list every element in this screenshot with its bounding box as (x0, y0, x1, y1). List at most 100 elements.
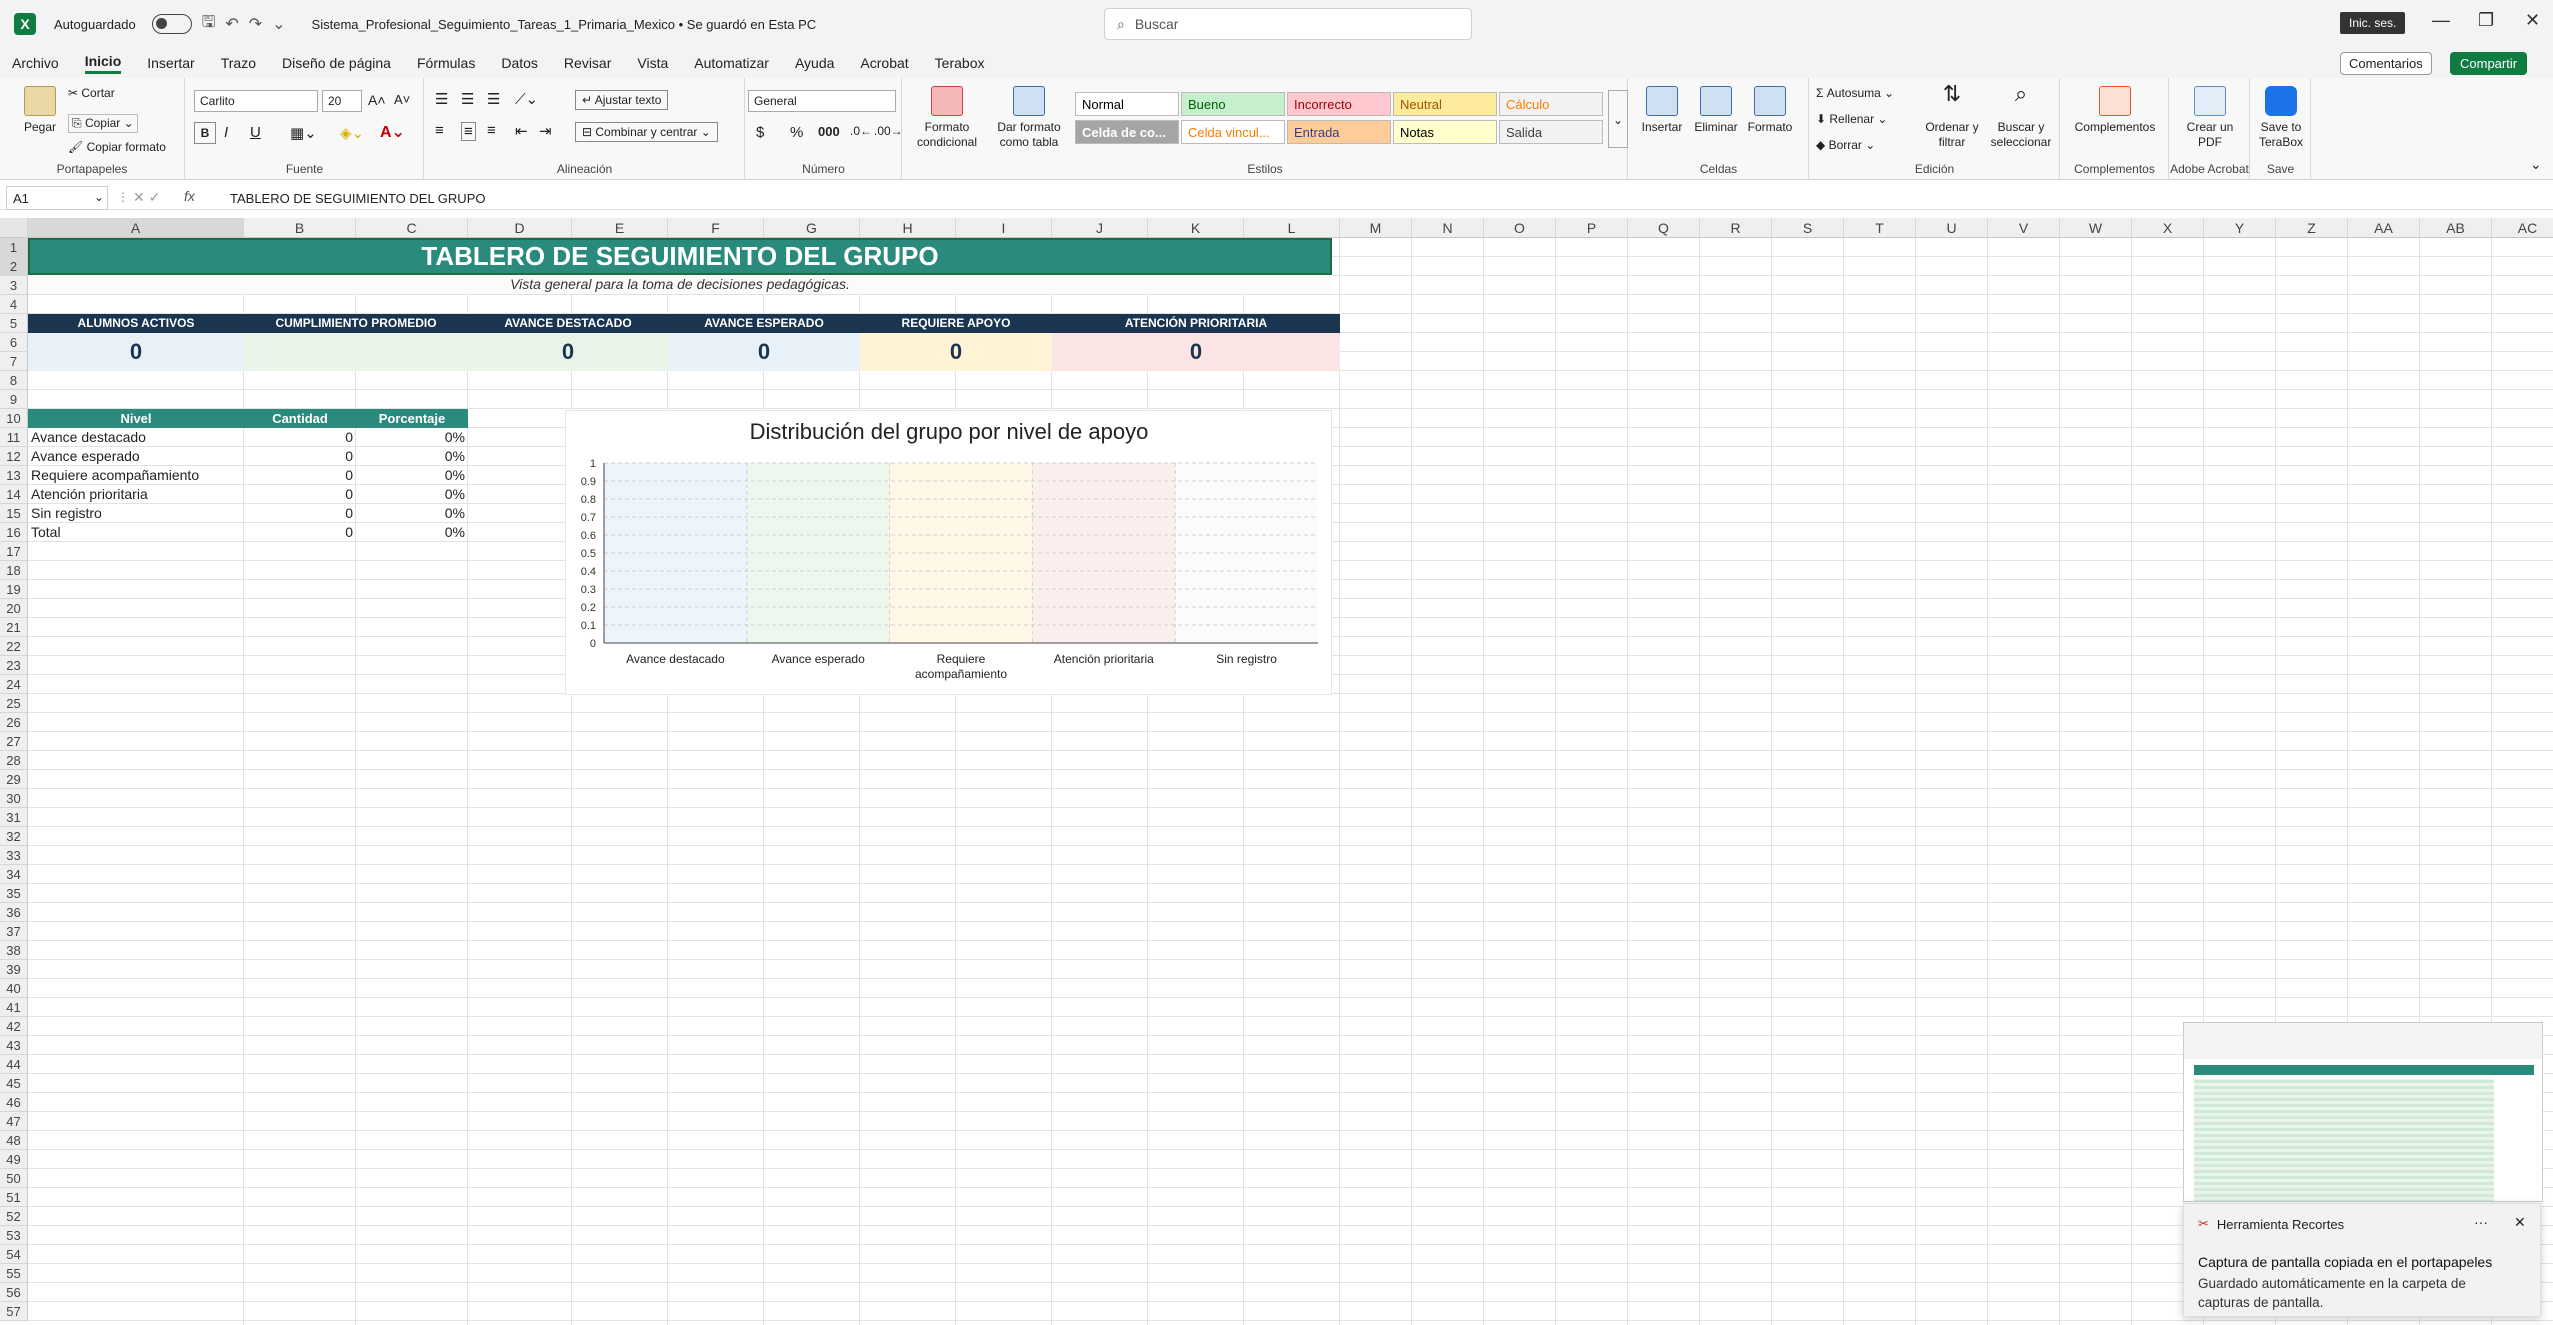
insert-cells-button[interactable]: Insertar (1639, 86, 1685, 135)
row-header-49[interactable]: 49 (0, 1150, 28, 1169)
close-icon[interactable]: ✕ (2525, 10, 2540, 31)
sort-filter-button[interactable]: ⇅ Ordenar y filtrar (1922, 83, 1982, 150)
row-header-11[interactable]: 11 (0, 428, 28, 447)
table-cell[interactable]: 0% (359, 428, 465, 447)
row-header-2[interactable]: 2 (0, 257, 28, 276)
name-box[interactable]: A1 (6, 186, 108, 210)
table-cell[interactable]: Total (31, 523, 241, 542)
bottom-align-icon[interactable]: ☰ (487, 90, 500, 108)
spreadsheet-grid[interactable]: A B C D E F G H I J K L M N O P Q R S T U V W X Y Z AA AB AC 1234567… (0, 218, 2553, 1325)
currency-button[interactable]: $ (756, 124, 764, 141)
column-header-L[interactable]: L (1244, 218, 1340, 238)
row-header-55[interactable]: 55 (0, 1264, 28, 1283)
row-header-7[interactable]: 7 (0, 352, 28, 371)
row-header-6[interactable]: 6 (0, 333, 28, 352)
cell-style-10[interactable]: Salida (1499, 120, 1603, 144)
cell-style-8[interactable]: Entrada (1287, 120, 1391, 144)
toast-close-icon[interactable]: ✕ (2514, 1214, 2526, 1231)
row-header-37[interactable]: 37 (0, 922, 28, 941)
row-header-56[interactable]: 56 (0, 1283, 28, 1302)
cancel-icon[interactable]: ✕ ✓ (133, 189, 160, 206)
table-cell[interactable]: 0% (359, 447, 465, 466)
row-header-12[interactable]: 12 (0, 447, 28, 466)
row-header-19[interactable]: 19 (0, 580, 28, 599)
align-left-icon[interactable]: ≡ (435, 122, 444, 139)
column-header-C[interactable]: C (356, 218, 468, 238)
row-header-1[interactable]: 1 (0, 238, 28, 257)
column-header-S[interactable]: S (1772, 218, 1844, 238)
row-header-39[interactable]: 39 (0, 960, 28, 979)
name-box-dropdown-icon[interactable]: ⌄ (94, 190, 104, 204)
toast-more-icon[interactable]: ··· (2474, 1214, 2488, 1230)
row-header-5[interactable]: 5 (0, 314, 28, 333)
borders-icon[interactable]: ▦⌄ (290, 124, 317, 142)
row-header-57[interactable]: 57 (0, 1302, 28, 1321)
delete-cells-button[interactable]: Eliminar (1691, 86, 1741, 135)
column-header-N[interactable]: N (1412, 218, 1484, 238)
column-header-M[interactable]: M (1340, 218, 1412, 238)
row-header-28[interactable]: 28 (0, 751, 28, 770)
paste-button[interactable]: Pegar (18, 86, 62, 135)
merge-center-button[interactable]: ⊟ Combinar y centrar ⌄ (575, 122, 718, 142)
row-header-47[interactable]: 47 (0, 1112, 28, 1131)
row-header-33[interactable]: 33 (0, 846, 28, 865)
sign-in-button[interactable]: Inic. ses. (2340, 12, 2406, 34)
row-header-20[interactable]: 20 (0, 599, 28, 618)
table-cell[interactable]: 0% (359, 523, 465, 542)
styles-more-icon[interactable]: ⌄ (1608, 90, 1628, 148)
row-header-22[interactable]: 22 (0, 637, 28, 656)
column-header-Y[interactable]: Y (2204, 218, 2276, 238)
row-header-42[interactable]: 42 (0, 1017, 28, 1036)
row-header-29[interactable]: 29 (0, 770, 28, 789)
bold-button[interactable]: B (194, 122, 216, 144)
row-header-16[interactable]: 16 (0, 523, 28, 542)
table-cell[interactable]: 0 (247, 428, 353, 447)
row-header-52[interactable]: 52 (0, 1207, 28, 1226)
fill-button[interactable]: ⬇ Rellenar ⌄ (1816, 112, 1887, 126)
row-header-51[interactable]: 51 (0, 1188, 28, 1207)
table-cell[interactable]: Avance esperado (31, 447, 241, 466)
column-header-H[interactable]: H (860, 218, 956, 238)
decrease-decimal-icon[interactable]: .00→ (874, 124, 903, 138)
cell-style-3[interactable]: Incorrecto (1287, 92, 1391, 116)
cell-style-2[interactable]: Bueno (1181, 92, 1285, 116)
customize-qat-icon[interactable]: ⌄ (272, 14, 285, 34)
search-box[interactable]: ⌕ Buscar (1104, 8, 1472, 40)
table-cell[interactable]: 0 (247, 504, 353, 523)
tab-inicio[interactable]: Inicio (84, 53, 122, 74)
row-header-53[interactable]: 53 (0, 1226, 28, 1245)
column-header-F[interactable]: F (668, 218, 764, 238)
cell-style-5[interactable]: Cálculo (1499, 92, 1603, 116)
column-header-U[interactable]: U (1916, 218, 1988, 238)
tab-ayuda[interactable]: Ayuda (795, 55, 834, 71)
column-header-I[interactable]: I (956, 218, 1052, 238)
column-header-T[interactable]: T (1844, 218, 1916, 238)
cell-style-6[interactable]: Celda de co... (1075, 120, 1179, 144)
row-header-8[interactable]: 8 (0, 371, 28, 390)
redo-icon[interactable]: ↷ (249, 14, 262, 34)
addins-button[interactable]: Complementos (2065, 86, 2165, 135)
table-cell[interactable]: Atención prioritaria (31, 485, 241, 504)
row-header-43[interactable]: 43 (0, 1036, 28, 1055)
font-shrink-icon[interactable]: A˅ (394, 92, 410, 107)
dashboard-title[interactable]: TABLERO DE SEGUIMIENTO DEL GRUPO (28, 238, 1332, 275)
copy-button[interactable]: ⎘ Copiar ⌄ (68, 114, 138, 133)
column-header-J[interactable]: J (1052, 218, 1148, 238)
align-right-icon[interactable]: ≡ (487, 122, 496, 139)
select-all-corner[interactable] (0, 218, 28, 238)
top-align-icon[interactable]: ☰ (435, 90, 448, 108)
tab-revisar[interactable]: Revisar (564, 55, 611, 71)
fill-color-icon[interactable]: ◈⌄ (340, 124, 364, 142)
minimize-icon[interactable]: — (2432, 10, 2450, 31)
font-grow-icon[interactable]: A˄ (368, 92, 386, 108)
save-icon[interactable]: 🖫 (202, 11, 216, 38)
table-cell[interactable]: 0 (247, 523, 353, 542)
row-header-50[interactable]: 50 (0, 1169, 28, 1188)
row-header-25[interactable]: 25 (0, 694, 28, 713)
restore-icon[interactable]: ❐ (2478, 10, 2494, 31)
row-header-9[interactable]: 9 (0, 390, 28, 409)
column-header-A[interactable]: A (28, 218, 244, 238)
support-level-chart[interactable]: Distribución del grupo por nivel de apoy… (565, 410, 1332, 695)
table-cell[interactable]: 0% (359, 466, 465, 485)
column-header-X[interactable]: X (2132, 218, 2204, 238)
